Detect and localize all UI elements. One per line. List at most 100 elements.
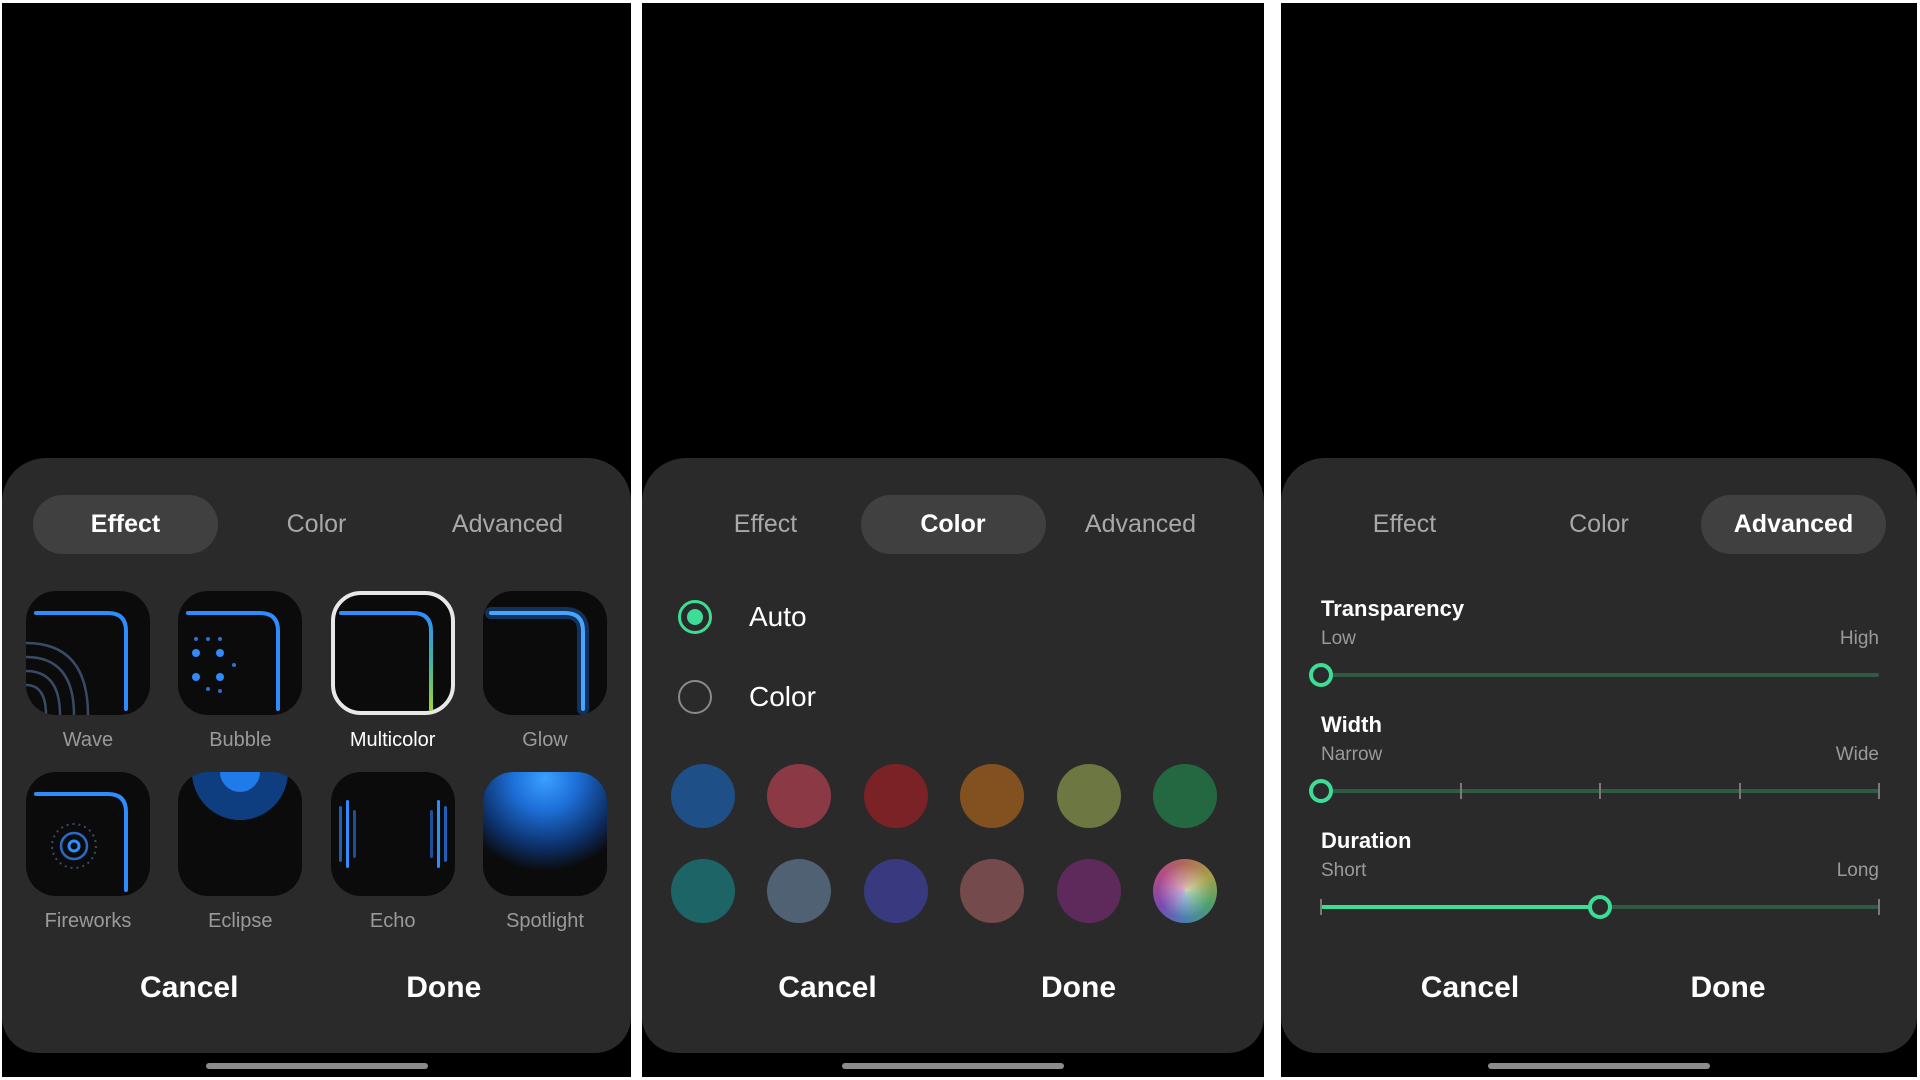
color-swatch[interactable]	[863, 764, 928, 828]
color-swatch[interactable]	[671, 859, 735, 923]
effect-grid: Wave Bubble Multicolor Glow Fireworks Ec…	[26, 591, 607, 934]
effect-label: Multicolor	[349, 729, 436, 751]
multicolor-icon	[330, 591, 455, 715]
effect-option-glow[interactable]: Glow	[482, 591, 607, 753]
cancel-button[interactable]: Cancel	[1370, 971, 1570, 1011]
color-swatch[interactable]	[960, 859, 1025, 923]
slider-max-label: Wide	[1835, 744, 1879, 765]
edge-lighting-sheet: Effect Color Advanced Transparency Low H…	[1281, 458, 1917, 1053]
action-bar: Cancel Done	[1281, 971, 1917, 1011]
slider-thumb[interactable]	[1588, 895, 1612, 919]
glow-icon	[482, 591, 607, 715]
action-bar: Cancel Done	[642, 971, 1264, 1011]
done-button[interactable]: Done	[344, 971, 544, 1011]
fireworks-icon	[26, 772, 150, 896]
slider-tick	[1878, 783, 1880, 799]
slider-title: Width	[1321, 712, 1382, 737]
radio-unchecked-icon	[678, 680, 712, 714]
color-swatch[interactable]	[1152, 764, 1217, 828]
radio-label: Auto	[749, 601, 807, 632]
radio-label: Color	[749, 681, 816, 712]
slider-min-label: Low	[1321, 628, 1356, 649]
phone-screen-effect: Effect Color Advanced Wave Bubble Multic…	[2, 3, 631, 1077]
slider-title: Transparency	[1321, 596, 1465, 621]
effect-label: Glow	[522, 729, 568, 751]
effect-label: Echo	[369, 910, 416, 932]
color-swatch[interactable]	[863, 859, 928, 923]
color-swatch[interactable]	[671, 764, 735, 828]
slider-range-labels: Narrow Wide	[1321, 744, 1879, 766]
slider-rail	[1321, 673, 1879, 677]
slider-min-label: Short	[1321, 860, 1367, 881]
custom-color-picker-swatch[interactable]	[1152, 859, 1217, 923]
transparency-slider: Transparency Low High	[1309, 596, 1879, 690]
phone-screen-color: Effect Color Advanced Auto Color Cancel …	[642, 3, 1264, 1077]
slider-track[interactable]	[1309, 660, 1879, 690]
tab-advanced[interactable]: Advanced	[1701, 495, 1886, 554]
slider-max-label: Long	[1836, 860, 1879, 881]
slider-tick	[1878, 899, 1880, 915]
wave-icon	[26, 591, 150, 715]
effect-label: Wave	[62, 729, 114, 751]
home-indicator[interactable]	[205, 1063, 428, 1069]
edge-lighting-sheet: Effect Color Advanced Wave Bubble Multic…	[2, 458, 631, 1053]
tab-effect[interactable]: Effect	[1312, 495, 1497, 554]
effect-option-bubble[interactable]: Bubble	[178, 591, 303, 753]
slider-title: Duration	[1321, 828, 1412, 853]
cancel-button[interactable]: Cancel	[728, 971, 928, 1011]
effect-option-wave[interactable]: Wave	[26, 591, 150, 753]
effect-option-multicolor[interactable]: Multicolor	[330, 591, 455, 753]
tab-effect[interactable]: Effect	[673, 495, 858, 554]
slider-min-label: Narrow	[1321, 744, 1383, 765]
tab-bar: Effect Color Advanced	[1312, 495, 1886, 554]
echo-icon	[330, 772, 455, 896]
radio-option-auto[interactable]: Auto	[678, 597, 807, 637]
edge-lighting-sheet: Effect Color Advanced Auto Color Cancel …	[642, 458, 1264, 1053]
phone-screen-advanced: Effect Color Advanced Transparency Low H…	[1281, 3, 1917, 1077]
home-indicator[interactable]	[1488, 1063, 1710, 1069]
tab-color[interactable]: Color	[224, 495, 409, 554]
radio-checked-icon	[678, 600, 712, 634]
slider-range-labels: Short Long	[1321, 860, 1879, 882]
done-button[interactable]: Done	[1628, 971, 1828, 1011]
effect-option-eclipse[interactable]: Eclipse	[178, 772, 303, 934]
duration-slider: Duration Short Long	[1320, 828, 1880, 922]
slider-range-labels: Low High	[1321, 628, 1879, 650]
slider-tick	[1459, 783, 1462, 799]
slider-track[interactable]	[1309, 776, 1880, 806]
effect-option-spotlight[interactable]: Spotlight	[482, 772, 607, 934]
slider-thumb[interactable]	[1309, 779, 1333, 803]
tab-bar: Effect Color Advanced	[673, 495, 1233, 554]
radio-option-color[interactable]: Color	[678, 677, 816, 717]
color-swatch[interactable]	[767, 764, 832, 828]
effect-label: Eclipse	[208, 910, 273, 932]
slider-tick	[1738, 783, 1741, 799]
home-indicator[interactable]	[842, 1063, 1064, 1069]
effect-option-echo[interactable]: Echo	[330, 772, 455, 934]
slider-tick	[1320, 899, 1322, 915]
color-swatch[interactable]	[1056, 764, 1121, 828]
bubble-icon	[178, 591, 303, 715]
tab-advanced[interactable]: Advanced	[1048, 495, 1233, 554]
tab-color[interactable]: Color	[860, 495, 1046, 554]
tab-bar: Effect Color Advanced	[33, 495, 600, 554]
eclipse-icon	[178, 772, 303, 896]
width-slider: Width Narrow Wide	[1309, 712, 1880, 806]
tab-color[interactable]: Color	[1507, 495, 1692, 554]
tab-effect[interactable]: Effect	[33, 495, 218, 554]
color-swatch[interactable]	[767, 859, 832, 923]
color-swatch[interactable]	[960, 764, 1025, 828]
slider-tick	[1599, 783, 1601, 799]
slider-max-label: High	[1839, 628, 1879, 649]
action-bar: Cancel Done	[2, 971, 631, 1011]
color-swatch[interactable]	[1056, 859, 1121, 923]
slider-track[interactable]	[1320, 892, 1880, 922]
effect-label: Spotlight	[506, 910, 584, 932]
cancel-button[interactable]: Cancel	[89, 971, 289, 1011]
tab-advanced[interactable]: Advanced	[415, 495, 600, 554]
done-button[interactable]: Done	[979, 971, 1179, 1011]
effect-option-fireworks[interactable]: Fireworks	[26, 772, 150, 934]
effect-label: Fireworks	[44, 910, 132, 932]
slider-thumb[interactable]	[1309, 663, 1333, 687]
slider-fill	[1321, 905, 1600, 909]
